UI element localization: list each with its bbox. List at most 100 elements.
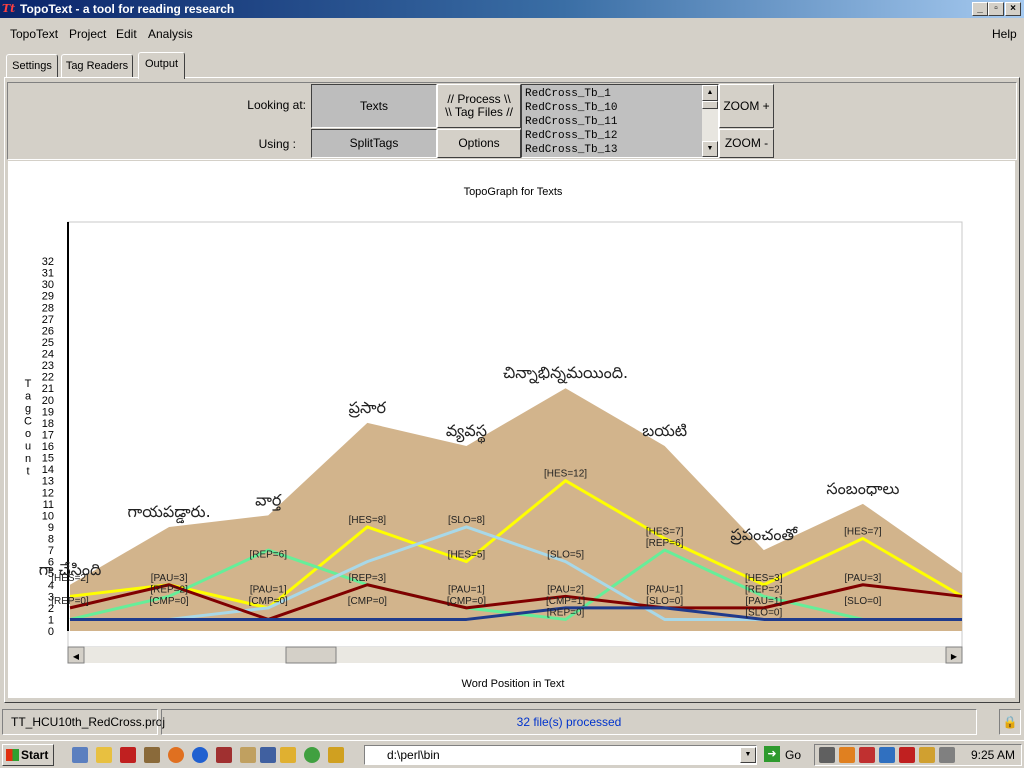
y-tick-label: 23 [42,360,54,372]
menu-analysis[interactable]: Analysis [148,27,193,41]
data-label: [PAU=1] [745,596,782,607]
windows-logo-icon [6,749,19,761]
y-tick-label: 15 [42,453,54,465]
process-tag-files-button[interactable]: // Process \\ \\ Tag Files // [437,84,521,128]
data-label: [SLO=0] [646,596,683,607]
list-item[interactable]: RedCross_Tb_13 [525,143,617,157]
tray-icon[interactable] [859,747,875,763]
data-label: [HES=8] [349,515,387,526]
menu-edit[interactable]: Edit [116,27,137,41]
file-listbox[interactable]: RedCross_Tb_1 RedCross_Tb_10 RedCross_Tb… [521,84,719,158]
chart-scrollbar[interactable] [68,647,962,663]
project-name: TT_HCU10th_RedCross.proj [2,709,165,735]
zoom-in-button[interactable]: ZOOM + [719,84,774,128]
app-icon[interactable] [240,747,256,763]
list-item[interactable]: RedCross_Tb_11 [525,115,617,129]
y-tick-label: 20 [42,395,54,407]
address-input[interactable]: d:\perl\bin [364,745,757,765]
folder-icon[interactable] [96,747,112,763]
y-tick-label: 30 [42,279,54,291]
tray-icon[interactable] [879,747,895,763]
tab-settings[interactable]: Settings [6,54,58,78]
list-item[interactable]: RedCross_Tb_10 [525,101,617,115]
y-tick-label: 17 [42,429,54,441]
app-icon[interactable] [328,747,344,763]
data-label: [REP=0] [51,596,89,607]
title-bar: Tt TopoText - a tool for reading researc… [0,0,1024,18]
data-label: [REP=2] [745,584,783,595]
y-axis-label-char: t [26,466,29,478]
status-bar: TT_HCU10th_RedCross.proj 32 file(s) proc… [0,707,1024,737]
data-label: [HES=5] [448,550,486,561]
y-tick-label: 10 [42,510,54,522]
tab-output[interactable]: Output [138,52,185,79]
texts-button[interactable]: Texts [311,84,437,128]
data-label: [CMP=0] [249,596,288,607]
y-tick-label: 24 [42,349,54,361]
y-tick-label: 0 [48,626,54,638]
tray-icon[interactable] [839,747,855,763]
start-button[interactable]: Start [2,744,54,766]
app-icon[interactable] [192,747,208,763]
tray-icon[interactable] [899,747,915,763]
list-item[interactable]: RedCross_Tb_1 [525,87,617,101]
right-arrow-icon: ▶ [951,652,958,661]
menu-topotext[interactable]: TopoText [10,27,58,41]
app-icon[interactable] [216,747,232,763]
splittags-button[interactable]: SplitTags [311,129,437,158]
data-label: [CMP=0] [348,596,387,607]
chart-title: TopoGraph for Texts [464,186,563,198]
data-label: [SLO=5] [547,550,584,561]
quicklaunch-icon[interactable] [72,747,88,763]
data-label: [SLO=0] [745,607,782,618]
scroll-down-button[interactable]: ▼ [702,141,718,157]
y-tick-label: 32 [42,256,54,268]
maximize-button[interactable]: ▫ [988,2,1004,16]
window-icon[interactable] [260,747,276,763]
go-arrow-icon: ➜ [764,746,780,762]
left-arrow-icon: ◀ [73,652,80,661]
tray-icon[interactable] [939,747,955,763]
word-label: గా చేసింది [39,560,102,579]
app-icon: Tt [2,2,16,15]
firefox-icon[interactable] [168,747,184,763]
menu-help[interactable]: Help [992,27,1017,41]
go-label: Go [785,748,802,762]
clock: 9:25 AM [970,748,1015,762]
app-icon[interactable] [120,747,136,763]
looking-at-label: Looking at: [247,98,306,112]
y-axis-label-char: T [25,378,32,390]
close-button[interactable]: × [1005,2,1021,16]
chrome-icon[interactable] [304,747,320,763]
list-item[interactable]: RedCross_Tb_12 [525,129,617,143]
taskbar: Start d:\perl\bin ▼ ➜ Go 9:25 AM [0,740,1024,768]
data-label: [HES=3] [745,573,783,584]
tray-icon[interactable] [919,747,935,763]
menu-project[interactable]: Project [69,27,106,41]
scroll-up-button[interactable]: ▲ [702,85,718,101]
word-label: చిన్నాభిన్నమయింది. [503,363,628,384]
x-axis-label: Word Position in Text [462,678,565,690]
address-dropdown-button[interactable]: ▼ [740,747,756,763]
y-axis-label-char: n [25,453,31,465]
tray-icon[interactable] [819,747,835,763]
y-axis-label-char: C [24,416,32,428]
minimize-button[interactable]: _ [972,2,988,16]
chart-scroll-thumb[interactable] [285,646,337,664]
data-label: [CMP=0] [447,596,486,607]
data-label: [REP=3] [349,573,387,584]
y-tick-label: 27 [42,314,54,326]
data-label: [REP=0] [547,607,585,618]
app-icon[interactable] [280,747,296,763]
zoom-out-button[interactable]: ZOOM - [719,129,774,158]
data-label: [PAU=1] [448,584,485,595]
scroll-thumb[interactable] [702,101,718,109]
tab-tag-readers[interactable]: Tag Readers [61,54,133,78]
app-icon[interactable] [144,747,160,763]
options-button[interactable]: Options [437,129,521,158]
word-label: ప్రసార [348,398,386,418]
y-axis-label-char: u [25,441,31,453]
data-label: [PAU=1] [646,584,683,595]
go-button[interactable]: ➜ Go [764,746,808,764]
list-scrollbar[interactable]: ▲ ▼ [702,85,718,157]
